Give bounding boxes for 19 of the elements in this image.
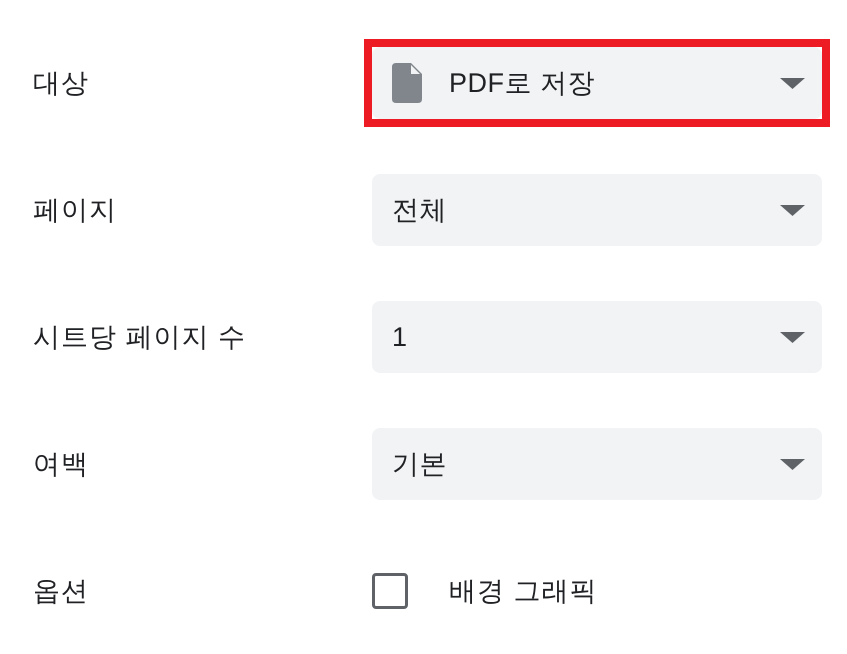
- dropdown-select[interactable]: 기본: [372, 428, 822, 500]
- caret-icon: [780, 458, 805, 470]
- dropdown-select[interactable]: 1: [372, 301, 822, 373]
- setting-label: 여백: [32, 448, 90, 481]
- select-value: 전체: [392, 194, 448, 227]
- dropdown-select[interactable]: PDF로 저장: [372, 47, 822, 119]
- setting-label: 시트당 페이지 수: [32, 320, 248, 354]
- setting-label: 옵션: [32, 574, 90, 608]
- setting-label: 대상: [32, 66, 90, 100]
- checkbox-label[interactable]: 배경 그래픽: [449, 570, 598, 612]
- checkbox[interactable]: [372, 573, 408, 609]
- caret-icon: [780, 332, 805, 342]
- setting-label: 페이지: [32, 194, 118, 227]
- caret-icon: [780, 78, 805, 88]
- select-value: PDF로 저장: [449, 66, 596, 100]
- caret-icon: [780, 204, 805, 216]
- select-value: 1: [392, 320, 409, 354]
- select-value: 기본: [392, 448, 448, 481]
- dropdown-select[interactable]: 전체: [372, 174, 822, 246]
